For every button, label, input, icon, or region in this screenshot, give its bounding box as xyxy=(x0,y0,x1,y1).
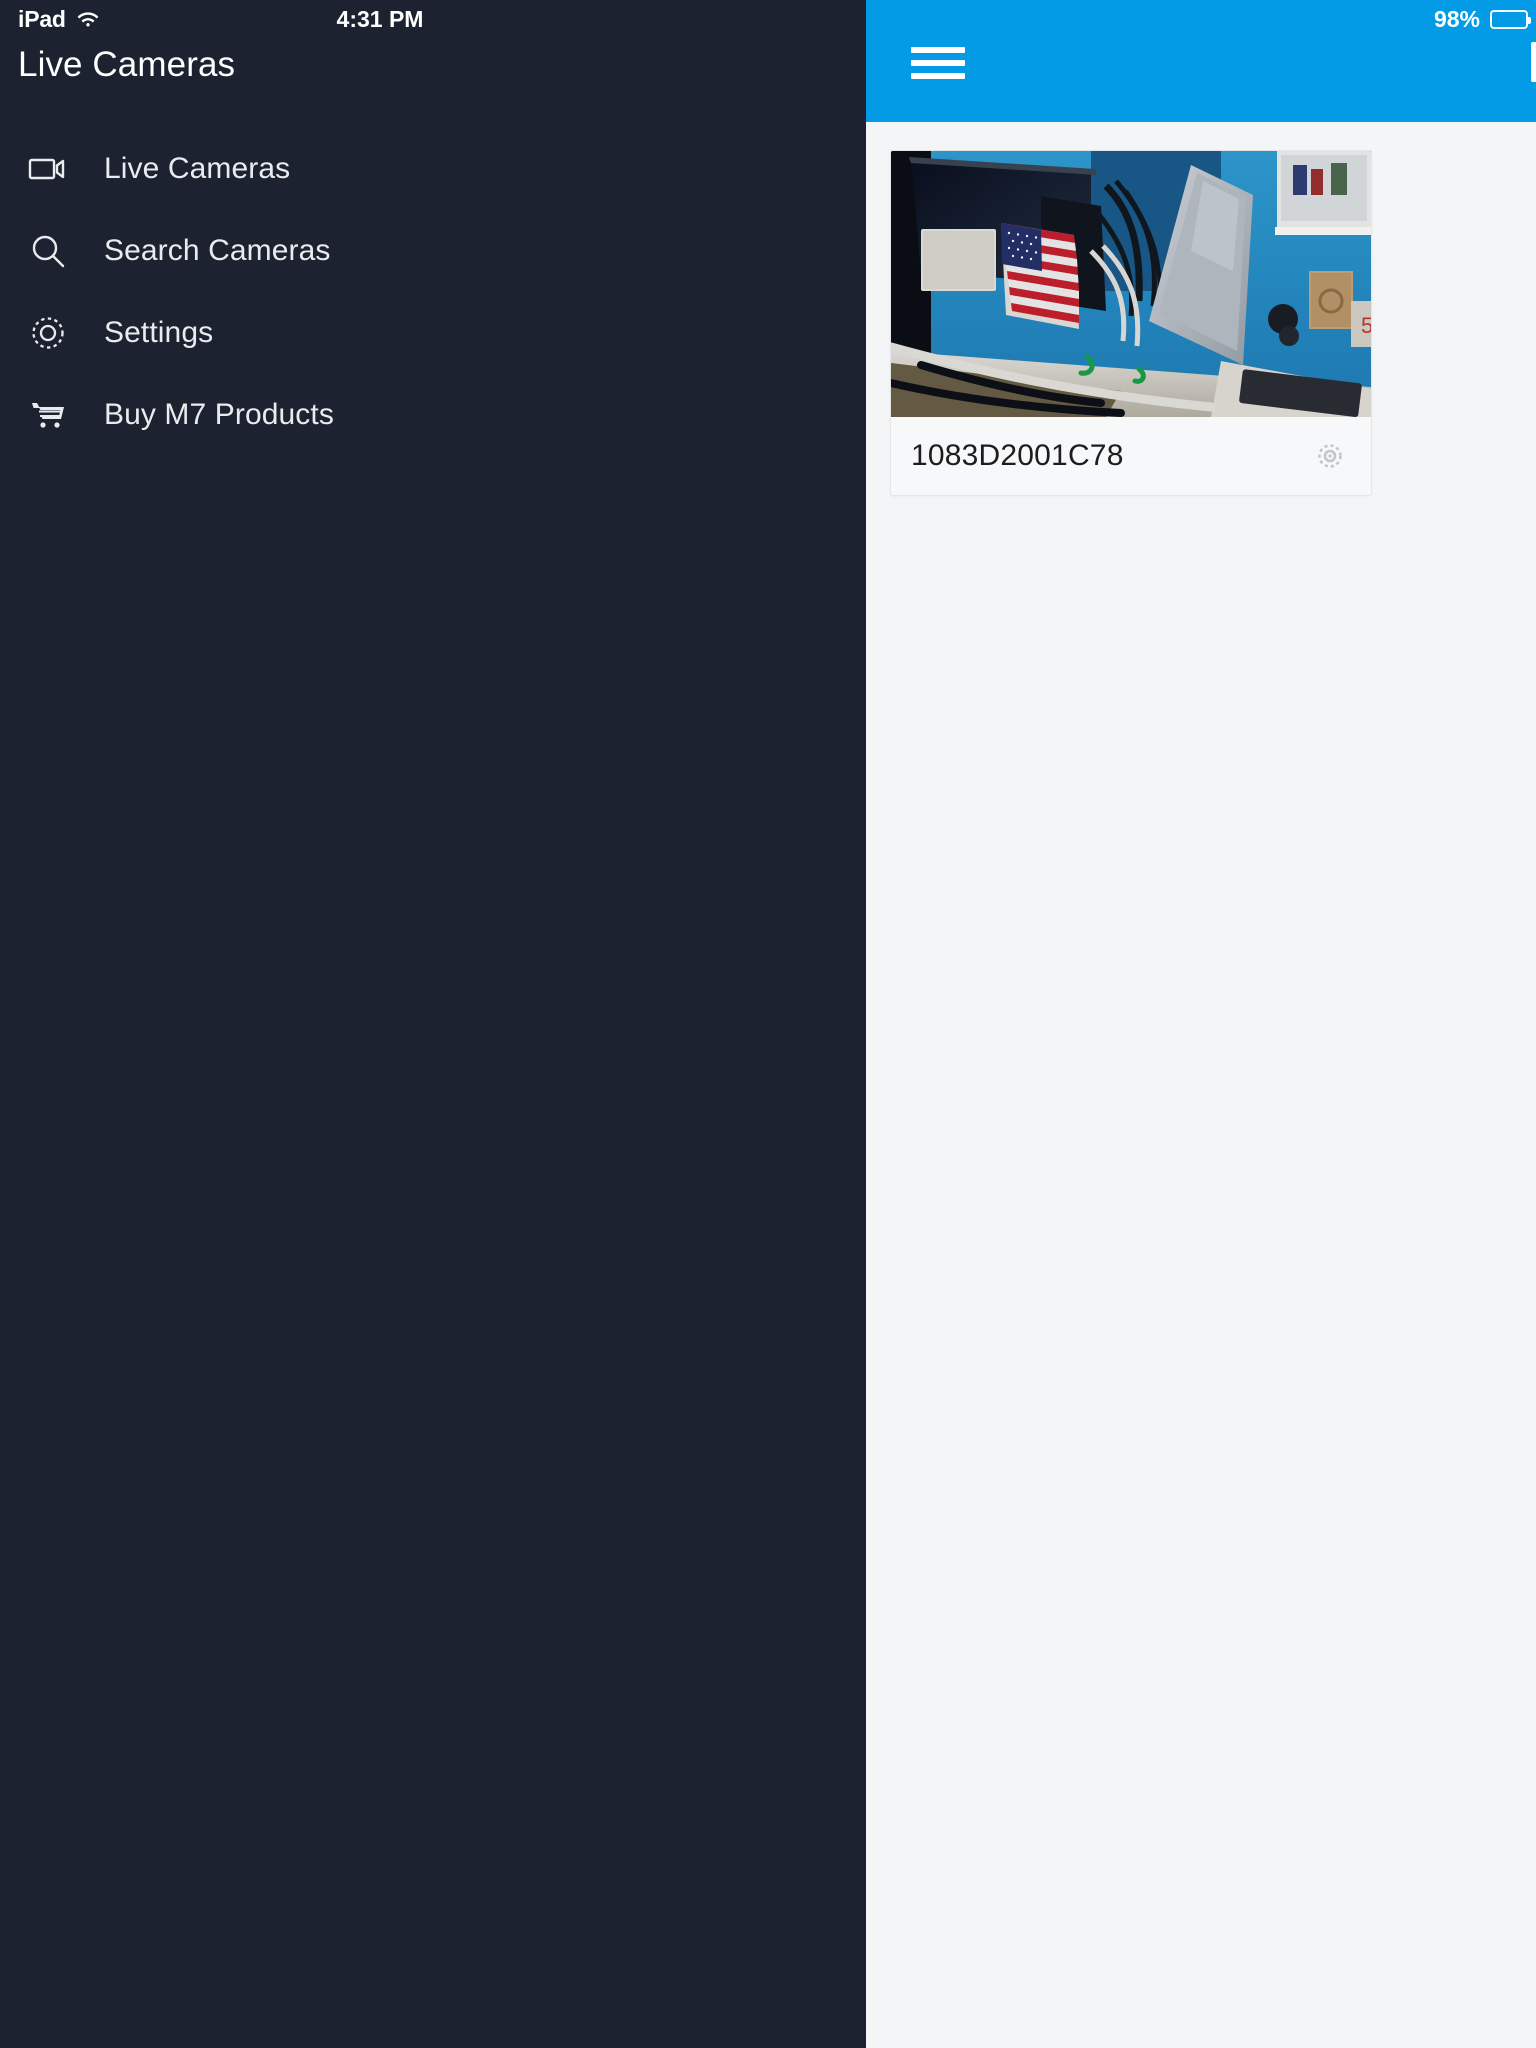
navigation-drawer: iPad 4:31 PM Live Cameras Live Cameras S… xyxy=(0,0,866,2048)
sidebar-item-settings[interactable]: Settings xyxy=(0,292,866,374)
app-root: iPad 4:31 PM Live Cameras Live Cameras S… xyxy=(0,0,1536,2048)
battery-full-icon xyxy=(1490,9,1531,29)
battery-percent-label: 98% xyxy=(1433,6,1480,32)
sidebar-item-label: Search Cameras xyxy=(104,234,331,267)
sidebar-item-buy-m7-products[interactable]: Buy M7 Products xyxy=(0,374,866,456)
sidebar-menu: Live Cameras Search Cameras Settings Buy… xyxy=(0,128,866,456)
gear-icon xyxy=(24,309,72,357)
sidebar-item-search-cameras[interactable]: Search Cameras xyxy=(0,210,866,292)
camera-thumbnail[interactable]: 5 xyxy=(891,151,1371,417)
navbar-action-edge[interactable] xyxy=(1531,42,1536,82)
sidebar-item-live-cameras[interactable]: Live Cameras xyxy=(0,128,866,210)
main-content: 98% 1083D2001C78 xyxy=(866,0,1536,2048)
gear-icon[interactable] xyxy=(1307,433,1353,479)
shopping-cart-icon xyxy=(24,391,72,439)
camera-name-label: 1083D2001C78 xyxy=(911,439,1124,472)
search-icon xyxy=(24,227,72,275)
video-camera-icon xyxy=(24,145,72,193)
page-title: Live Cameras xyxy=(18,45,236,84)
camera-grid: 5 xyxy=(890,150,1510,496)
sidebar-item-label: Buy M7 Products xyxy=(104,398,334,431)
sidebar-item-label: Live Cameras xyxy=(104,152,291,185)
sidebar-item-label: Settings xyxy=(104,316,214,349)
status-bar-time: 4:31 PM xyxy=(336,6,424,32)
app-navbar: 98% xyxy=(866,0,1536,122)
status-bar-right: 98% xyxy=(1433,6,1531,32)
hamburger-menu-icon[interactable] xyxy=(911,42,965,84)
camera-card-meta: 1083D2001C78 xyxy=(891,417,1371,495)
camera-card[interactable]: 5 xyxy=(890,150,1372,496)
